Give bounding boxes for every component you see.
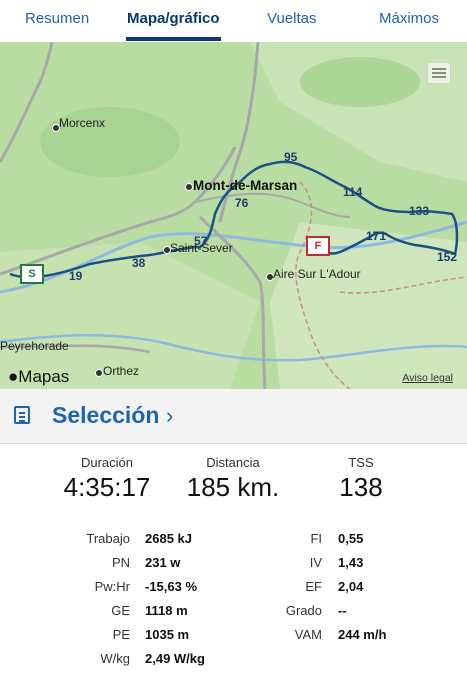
metric-value-pwhr: -15,63 %	[145, 579, 198, 594]
km-marker-152: 152	[437, 250, 458, 264]
metric-label-trabajo: Trabajo	[86, 531, 130, 546]
metric-label-vam: VAM	[294, 627, 322, 642]
metric-label-fi: FI	[310, 531, 322, 546]
selection-title: Selección	[52, 402, 160, 428]
tss-value: 138	[339, 472, 383, 502]
km-marker-171: 171	[366, 229, 387, 243]
metric-label-ge: GE	[111, 603, 130, 618]
km-marker-114: 114	[343, 185, 363, 199]
metric-value-wkg: 2,49 W/kg	[145, 651, 205, 666]
duration-label: Duración	[80, 455, 134, 470]
tab-vueltas[interactable]: Vueltas	[267, 10, 316, 27]
distance-label: Distancia	[206, 455, 260, 470]
tss-label: TSS	[348, 455, 374, 470]
metric-value-pn: 231 w	[145, 555, 181, 570]
place-mont-de-marsan: Mont-de-Marsan	[193, 178, 298, 193]
city-dot-orthez	[95, 369, 103, 377]
apple-icon: ●	[8, 367, 19, 386]
finish-flag-icon: F	[306, 236, 330, 256]
km-marker-38: 38	[132, 256, 146, 270]
chevron-right-icon: ›	[166, 403, 174, 428]
metric-value-vam: 244 m/h	[338, 627, 387, 642]
metric-value-grado: --	[338, 603, 347, 618]
place-orthez: Orthez	[103, 364, 140, 378]
route-map[interactable]: Morcenx Mont-de-Marsan Saint-Sever Aire …	[0, 42, 467, 389]
km-marker-57: 57	[194, 234, 208, 248]
active-tab-indicator	[126, 37, 221, 41]
km-marker-133: 133	[409, 204, 430, 218]
city-dot-mont-de-marsan	[185, 183, 193, 191]
map-background	[0, 42, 467, 389]
map-layers-button[interactable]	[427, 62, 451, 84]
metric-value-pe: 1035 m	[145, 627, 190, 642]
summary-distance: Distancia 185 km.	[176, 455, 290, 503]
metric-value-iv: 1,43	[338, 555, 364, 570]
metric-value-ge: 1118 m	[145, 603, 188, 618]
tab-maximos[interactable]: Máximos	[379, 10, 439, 27]
summary-tss: TSS 138	[316, 455, 406, 503]
km-marker-19: 19	[69, 269, 83, 283]
km-marker-95: 95	[284, 150, 298, 164]
tab-resumen[interactable]: Resumen	[25, 10, 89, 27]
start-flag-icon: S	[20, 264, 44, 284]
metric-label-pe: PE	[112, 627, 130, 642]
clipboard-icon	[14, 406, 30, 424]
tab-mapa-grafico[interactable]: Mapa/gráfico	[127, 10, 220, 27]
duration-value: 4:35:17	[63, 472, 151, 502]
km-marker-76: 76	[235, 196, 249, 210]
summary-duration: Duración 4:35:17	[52, 455, 162, 503]
metric-label-iv: IV	[309, 555, 322, 570]
place-aire-sur-adour: Aire Sur L'Adour	[273, 267, 361, 281]
selection-bar[interactable]: Selección ›	[0, 389, 467, 444]
metric-label-wkg: W/kg	[100, 651, 130, 666]
metric-value-fi: 0,55	[338, 531, 364, 546]
place-morcenx: Morcenx	[59, 116, 106, 130]
distance-value: 185 km.	[186, 472, 280, 502]
metric-value-ef: 2,04	[338, 579, 364, 594]
legal-link[interactable]: Aviso legal	[402, 372, 453, 384]
metric-label-grado: Grado	[285, 603, 322, 618]
metric-label-ef: EF	[305, 579, 322, 594]
metric-value-trabajo: 2685 kJ	[145, 531, 192, 546]
metric-label-pn: PN	[111, 555, 130, 570]
metric-label-pwhr: Pw:Hr	[94, 579, 130, 594]
tab-bar: Resumen Mapa/gráfico Vueltas Máximos	[0, 0, 467, 43]
place-peyrehorade: Peyrehorade	[0, 339, 69, 353]
apple-maps-logo: ●Mapas	[8, 367, 70, 386]
